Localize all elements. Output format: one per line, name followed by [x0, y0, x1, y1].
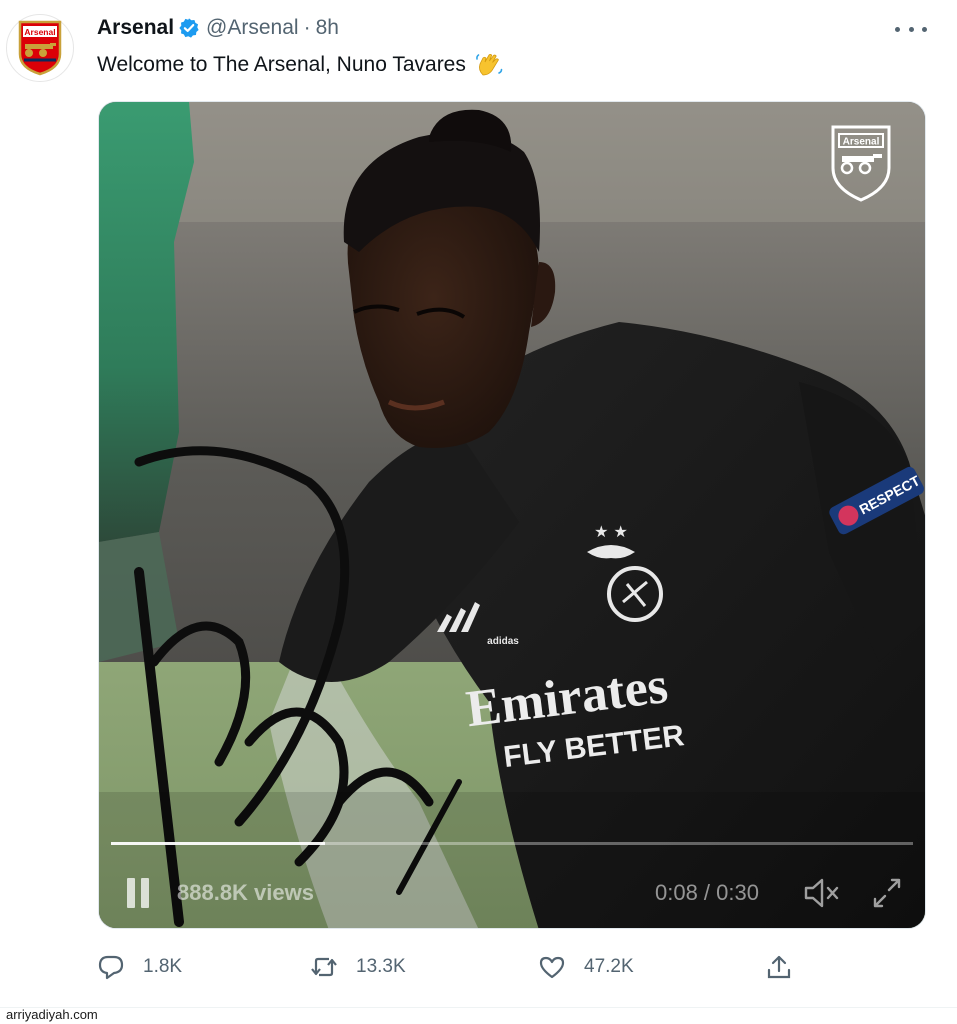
arsenal-watermark-crest-icon: Arsenal: [831, 125, 891, 202]
tweet-card[interactable]: Arsenal Arsenal @Arsenal · 8h Welcome to…: [0, 0, 957, 1008]
view-count: 888.8K views: [177, 880, 314, 905]
pause-button[interactable]: [125, 878, 151, 908]
like-count: 47.2K: [584, 956, 634, 977]
fullscreen-icon[interactable]: [871, 876, 903, 910]
separator-dot: ·: [303, 16, 311, 39]
reply-count: 1.8K: [143, 956, 183, 977]
author-name[interactable]: Arsenal: [97, 16, 174, 40]
video-progress-fill: [111, 842, 325, 845]
retweet-button[interactable]: 13.3K: [310, 950, 406, 984]
like-button[interactable]: 47.2K: [538, 950, 634, 984]
video-controls: 888.8K views 0:08 / 0:30: [99, 870, 925, 916]
site-watermark: arriyadiyah.com: [6, 1007, 98, 1022]
more-dot-icon: [895, 26, 900, 32]
more-dot-icon: [922, 26, 927, 32]
pause-bar-icon: [127, 878, 135, 908]
tweet-timestamp[interactable]: 8h: [316, 16, 339, 40]
reply-button[interactable]: 1.8K: [97, 950, 182, 984]
author-handle[interactable]: @Arsenal: [206, 16, 299, 40]
reply-icon: [98, 955, 124, 980]
share-button[interactable]: [765, 950, 793, 984]
tweet-text: Welcome to The Arsenal, Nuno Tavares: [97, 50, 504, 80]
retweet-count: 13.3K: [356, 956, 406, 977]
video-progress-bar[interactable]: [111, 842, 913, 845]
more-options-button[interactable]: [895, 18, 927, 40]
svg-text:Arsenal: Arsenal: [24, 27, 55, 37]
svg-text:★ ★: ★ ★: [594, 522, 628, 541]
tweet-header: Arsenal @Arsenal · 8h: [97, 14, 339, 42]
volume-muted-icon[interactable]: [803, 876, 841, 910]
tweet-text-content: Welcome to The Arsenal, Nuno Tavares: [97, 53, 466, 76]
adidas-wordmark: adidas: [487, 636, 519, 647]
verified-badge-icon: [179, 18, 199, 38]
more-dot-icon: [908, 26, 914, 32]
heart-icon: [539, 956, 565, 979]
share-icon: [767, 955, 791, 979]
video-time: 0:08 / 0:30: [655, 880, 759, 905]
tweet-actions: 1.8K 13.3K 47.2K: [97, 950, 817, 984]
pause-bar-icon: [141, 878, 149, 908]
arsenal-crest-icon: Arsenal: [18, 20, 62, 76]
media-crest-label: Arsenal: [843, 137, 880, 148]
waving-hand-emoji-icon: [475, 54, 503, 76]
retweet-icon: [311, 957, 337, 977]
video-frame: ★ ★ adidas Emirates FLY BETTER RESPECT: [99, 102, 925, 928]
avatar[interactable]: Arsenal: [6, 14, 74, 82]
video-player[interactable]: ★ ★ adidas Emirates FLY BETTER RESPECT A…: [98, 101, 926, 929]
